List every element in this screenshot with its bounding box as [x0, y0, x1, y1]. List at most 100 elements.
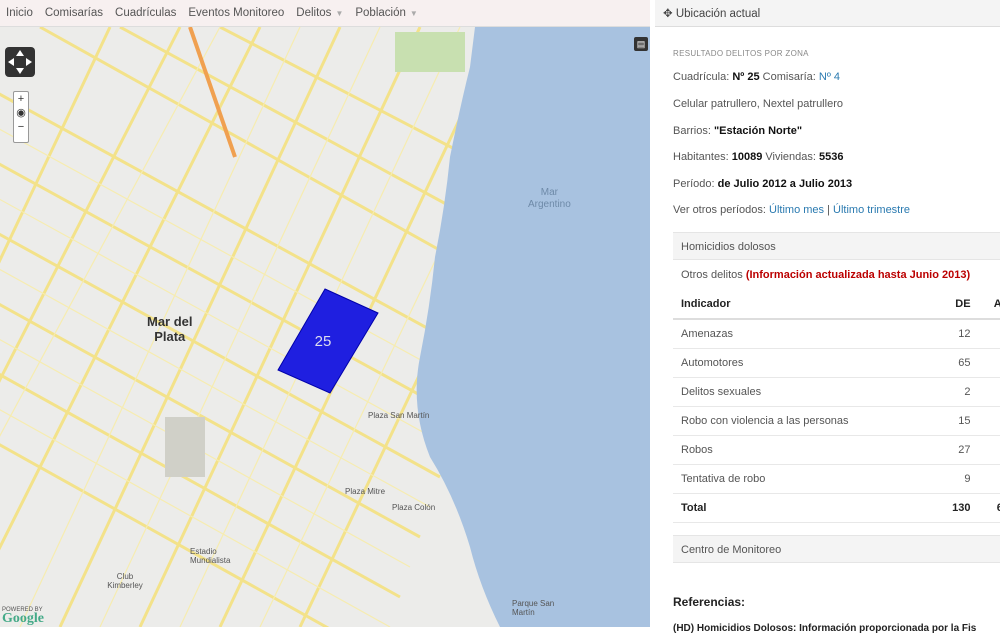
link-separator: |	[827, 204, 830, 216]
table-cell: 7	[974, 406, 1000, 436]
comisaria-link[interactable]: Nº 4	[819, 71, 840, 83]
nav-poblacion-label: Población	[355, 7, 406, 19]
table-row: Robos 27 2	[673, 435, 1000, 465]
column-header-indicador: Indicador	[673, 290, 932, 320]
map-area	[165, 417, 205, 477]
results-panel: RESULTADO DELITOS POR ZONA Cuadrícula: N…	[655, 27, 1000, 634]
sea-label-line-2: Argentino	[528, 199, 571, 210]
otros-periodos-label: Ver otros períodos:	[673, 204, 766, 216]
table-row: Automotores 65 9	[673, 348, 1000, 378]
cuadricula-label: Cuadrícula:	[673, 71, 730, 83]
table-cell: 12	[931, 319, 975, 349]
poi-label: Parque San Martín	[512, 599, 555, 617]
main-nav: Inicio Comisarías Cuadrículas Eventos Mo…	[0, 0, 650, 27]
table-header-row: Indicador DE AP	[673, 290, 1000, 320]
column-header-de: DE	[931, 290, 975, 320]
zoom-control: + ◉ −	[13, 91, 29, 143]
poi-label: Plaza Colón	[392, 503, 436, 512]
ultimo-mes-link[interactable]: Último mes	[769, 204, 824, 216]
ultimo-trimestre-link[interactable]: Último trimestre	[833, 204, 910, 216]
table-cell: 9	[931, 464, 975, 494]
otros-delitos-label: Otros delitos	[681, 269, 743, 281]
map-canvas[interactable]: 25	[0, 27, 650, 627]
poi-label: Plaza Mitre	[345, 487, 386, 496]
table-cell: 1	[974, 377, 1000, 407]
nav-eventos-monitoreo[interactable]: Eventos Monitoreo	[182, 7, 284, 19]
table-row: Robo con violencia a las personas 15 7	[673, 406, 1000, 436]
table-cell: Automotores	[673, 348, 932, 378]
comisaria-label: Comisaría:	[762, 71, 816, 83]
zoom-in-icon[interactable]: +	[14, 92, 28, 106]
nav-delitos-label: Delitos	[296, 7, 332, 19]
barrios-value: "Estación Norte"	[713, 125, 803, 137]
otros-delitos-note: (Información actualizada hasta Junio 201…	[745, 269, 971, 281]
layers-icon[interactable]: ▤	[634, 37, 648, 51]
table-row: Amenazas 12 7	[673, 319, 1000, 349]
indicators-table: Indicador DE AP Amenazas 12 7 Automotore…	[673, 290, 1000, 523]
table-cell: Robo con violencia a las personas	[673, 406, 932, 436]
table-cell: 27	[931, 435, 975, 465]
table-cell: Robos	[673, 435, 932, 465]
viviendas-value: 5536	[819, 151, 844, 163]
location-button-label: Ubicación actual	[675, 8, 761, 20]
zone-25-label: 25	[315, 333, 332, 350]
table-cell: Tentativa de robo	[673, 464, 932, 494]
periodo-label: Período:	[673, 178, 715, 190]
centro-monitoreo-section-header[interactable]: Centro de Monitoreo	[673, 535, 1000, 563]
table-cell: 65	[931, 348, 975, 378]
cuadricula-value: Nº 25	[732, 71, 760, 83]
result-title: RESULTADO DELITOS POR ZONA	[673, 49, 809, 58]
table-cell: 64	[974, 493, 1000, 523]
habitantes-value: 10089	[731, 151, 763, 163]
city-label: Mar del Plata	[147, 314, 193, 344]
zoom-out-icon[interactable]: −	[14, 120, 28, 134]
nav-inicio[interactable]: Inicio	[0, 7, 33, 19]
map-view[interactable]: 25 Mar Argentino Mar del Plata Plaza San M…	[0, 27, 650, 627]
table-cell: Amenazas	[673, 319, 932, 349]
pan-arrows-icon[interactable]	[5, 47, 35, 77]
table-cell: 130	[931, 493, 975, 523]
table-total-row: Total 130 64	[673, 493, 1000, 523]
referencias-line: (HD) Homicidios Dolosos: Información pro…	[673, 623, 977, 634]
google-logo: Google	[2, 611, 44, 626]
nav-poblacion[interactable]: Población ▼	[349, 7, 417, 19]
nav-delitos[interactable]: Delitos ▼	[290, 7, 343, 19]
table-cell: 9	[974, 348, 1000, 378]
barrios-line: Barrios: "Estación Norte"	[673, 125, 802, 137]
viviendas-label: Viviendas:	[765, 151, 816, 163]
chevron-down-icon: ▼	[409, 9, 418, 18]
habitantes-label: Habitantes:	[673, 151, 729, 163]
city-label-line-1: Mar del	[147, 314, 193, 329]
celular-line: Celular patrullero, Nextel patrullero	[673, 98, 843, 110]
otros-delitos-header[interactable]: Otros delitos (Información actualizada h…	[673, 261, 1000, 289]
table-cell: 2	[974, 435, 1000, 465]
sea-label-line-1: Mar	[540, 187, 559, 198]
table-cell: 9	[974, 464, 1000, 494]
nav-cuadriculas[interactable]: Cuadrículas	[109, 7, 176, 19]
column-header-ap: AP	[974, 290, 1000, 320]
table-cell: Total	[673, 493, 932, 523]
globe-icon[interactable]: ◉	[14, 106, 28, 120]
pan-control[interactable]	[5, 47, 35, 77]
cuadricula-line: Cuadrícula: Nº 25 Comisaría: Nº 4	[673, 71, 840, 83]
panel-header: ✥ Ubicación actual	[655, 0, 1000, 27]
chevron-down-icon: ▼	[335, 9, 344, 18]
table-cell: Delitos sexuales	[673, 377, 932, 407]
table-row: Tentativa de robo 9 9	[673, 464, 1000, 494]
barrios-label: Barrios:	[673, 125, 711, 137]
homicidios-section-header[interactable]: Homicidios dolosos	[673, 232, 1000, 260]
habitantes-line: Habitantes: 10089 Viviendas: 5536	[673, 151, 843, 163]
referencias-heading: Referencias:	[673, 595, 746, 609]
table-cell: 7	[974, 319, 1000, 349]
table-row: Delitos sexuales 2 1	[673, 377, 1000, 407]
nav-comisarias[interactable]: Comisarías	[39, 7, 103, 19]
poi-label: Club Kimberley	[107, 572, 143, 590]
sea-label: Mar Argentino	[528, 187, 571, 211]
table-cell: 2	[931, 377, 975, 407]
crosshair-icon: ✥	[663, 8, 673, 20]
table-cell: 15	[931, 406, 975, 436]
otros-periodos-line: Ver otros períodos: Último mes | Último …	[673, 204, 910, 216]
poi-label: Estadio Mundialista	[190, 547, 231, 565]
location-button[interactable]: ✥ Ubicación actual	[663, 6, 760, 20]
periodo-value: de Julio 2012 a Julio 2013	[717, 178, 853, 190]
